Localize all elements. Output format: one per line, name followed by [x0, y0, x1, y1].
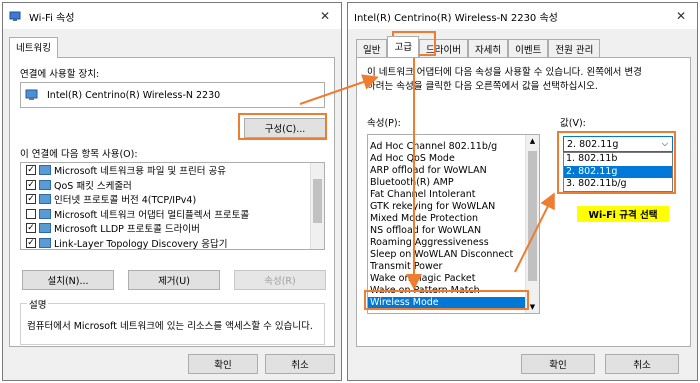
protocol-icon	[39, 194, 51, 205]
right-cancel-button[interactable]: 취소	[605, 354, 679, 374]
item-checkbox[interactable]	[26, 208, 36, 219]
wifi-adapter-icon	[9, 11, 21, 21]
tab-4[interactable]: 이벤트	[508, 39, 549, 57]
tab-3[interactable]: 자세히	[467, 39, 509, 57]
items-list[interactable]: ✓ Microsoft 네트워크용 파일 및 프린터 공유 ✓ QoS 패킷 스케줄러…	[20, 162, 325, 250]
value-option[interactable]: 3. 802.11b/g	[564, 178, 672, 191]
protocol-icon	[39, 237, 51, 248]
list-item[interactable]: ✓ 인터넷 프로토콜 버전 4(TCP/IPv4)	[21, 192, 324, 207]
adapter-properties-window: Intel(R) Centrino(R) Wireless-N 2230 속성 …	[347, 2, 698, 381]
tab-5[interactable]: 전원 관리	[548, 39, 601, 57]
value-label: 값(V):	[560, 118, 586, 129]
property-item[interactable]: Ad Hoc QoS Mode	[368, 153, 539, 165]
item-checkbox[interactable]: ✓	[26, 237, 36, 248]
configure-button[interactable]: 구성(C)...	[244, 118, 326, 138]
value-selected: 2. 802.11g	[567, 138, 619, 150]
item-label: Link-Layer Topology Discovery 응답기	[54, 238, 228, 250]
item-checkbox[interactable]: ✓	[26, 179, 36, 190]
property-item[interactable]: Fat Channel Intolerant	[368, 189, 539, 201]
item-label: Microsoft LLDP 프로토콜 드라이버	[54, 224, 200, 236]
description-text: 컴퓨터에서 Microsoft 네트워크에 있는 리소스를 액세스할 수 있습니…	[27, 321, 313, 332]
tab-1[interactable]: 고급	[387, 36, 419, 57]
protocol-icon	[39, 208, 51, 219]
close-icon[interactable]: ✕	[317, 8, 333, 24]
advanced-panel: 이 네트워크 어댑터에 다음 속성을 사용할 수 있습니다. 왼쪽에서 변경 하…	[356, 57, 691, 347]
tab-0[interactable]: 일반	[356, 39, 388, 57]
value-option[interactable]: 1. 802.11b	[564, 153, 672, 166]
property-item[interactable]: Roaming Aggressiveness	[368, 237, 539, 249]
item-label: 인터넷 프로토콜 버전 4(TCP/IPv4)	[54, 195, 197, 207]
property-item[interactable]: Ad Hoc Channel 802.11b/g	[368, 141, 539, 153]
networking-panel: 연결에 사용할 장치: Intel(R) Centrino(R) Wireles…	[9, 57, 335, 347]
window-title: Intel(R) Centrino(R) Wireless-N 2230 속성	[354, 12, 558, 24]
tab-strip: 일반 고급 드라이버 자세히 이벤트 전원 관리	[356, 36, 601, 57]
items-scrollbar[interactable]	[310, 163, 324, 249]
wifi-properties-window: Wi-Fi 속성 ✕ 네트워킹 연결에 사용할 장치: Intel(R) Cen…	[2, 2, 342, 381]
description-group: 설명 컴퓨터에서 Microsoft 네트워크에 있는 리소스를 액세스할 수 …	[20, 297, 325, 345]
chevron-down-icon: ⌵	[661, 139, 668, 148]
property-item[interactable]: Transmit Power	[368, 261, 539, 273]
property-item[interactable]: NS offload for WoWLAN	[368, 225, 539, 237]
property-item[interactable]: Wake on Pattern Match	[368, 285, 539, 297]
tab-networking[interactable]: 네트워킹	[9, 37, 58, 58]
property-item[interactable]: Bluetooth(R) AMP	[368, 177, 539, 189]
left-cancel-button[interactable]: 취소	[265, 354, 335, 374]
list-item[interactable]: Microsoft 네트워크 어댑터 멀티플렉서 프로토콜	[21, 207, 324, 222]
property-list[interactable]: Ad Hoc Channel 802.11b/g Ad Hoc QoS Mode A…	[367, 134, 540, 314]
property-item[interactable]: Mixed Mode Protection	[368, 213, 539, 225]
list-item[interactable]: ✓ QoS 패킷 스케줄러	[21, 178, 324, 193]
property-scrollbar[interactable]: ▲ ▼	[525, 135, 539, 313]
adapter-name: Intel(R) Centrino(R) Wireless-N 2230	[47, 89, 221, 101]
qos-icon	[39, 179, 51, 190]
adapter-field: Intel(R) Centrino(R) Wireless-N 2230	[20, 82, 325, 108]
value-options-list[interactable]: 1. 802.11b 2. 802.11g 3. 802.11b/g	[563, 152, 673, 192]
title-bar: Intel(R) Centrino(R) Wireless-N 2230 속성 …	[348, 3, 697, 29]
item-label: Microsoft 네트워크용 파일 및 프린터 공유	[54, 166, 226, 178]
description-title: 설명	[27, 297, 49, 311]
intro-text-line1: 이 네트워크 어댑터에 다음 속성을 사용할 수 있습니다. 왼쪽에서 변경	[367, 67, 642, 78]
property-item[interactable]: Sleep on WoWLAN Disconnect	[368, 249, 539, 261]
window-title: Wi-Fi 속성	[29, 12, 75, 24]
property-item[interactable]: Wireless Mode	[368, 297, 539, 309]
uninstall-button[interactable]: 제거(U)	[128, 270, 220, 290]
properties-button[interactable]: 속성(R)	[234, 270, 326, 290]
property-item[interactable]: Wake on Magic Packet	[368, 273, 539, 285]
connect-using-label: 연결에 사용할 장치:	[20, 69, 100, 80]
right-ok-button[interactable]: 확인	[521, 354, 595, 374]
title-bar: Wi-Fi 속성 ✕	[3, 3, 341, 29]
intro-text-line2: 하려는 속성을 클릭한 다음 오른쪽에서 값을 선택하십시오.	[367, 81, 598, 92]
value-option[interactable]: 2. 802.11g	[564, 165, 672, 178]
property-item[interactable]: GTK rekeying for WoWLAN	[368, 201, 539, 213]
property-label: 속성(P):	[367, 118, 401, 129]
protocol-icon	[39, 223, 51, 234]
item-checkbox[interactable]: ✓	[26, 223, 36, 234]
left-ok-button[interactable]: 확인	[188, 354, 258, 374]
list-item[interactable]: ✓ Microsoft 네트워크용 파일 및 프린터 공유	[21, 163, 324, 178]
items-label: 이 연결에 다음 항목 사용(O):	[20, 149, 138, 160]
annotation-label: Wi-Fi 규격 선택	[577, 206, 669, 222]
tab-2[interactable]: 드라이버	[418, 39, 468, 57]
item-checkbox[interactable]: ✓	[26, 194, 36, 205]
item-label: Microsoft 네트워크 어댑터 멀티플렉서 프로토콜	[54, 209, 250, 221]
install-button[interactable]: 설치(N)...	[22, 270, 114, 290]
value-dropdown[interactable]: 2. 802.11g ⌵	[563, 136, 673, 152]
list-item[interactable]: ✓ Microsoft LLDP 프로토콜 드라이버	[21, 221, 324, 236]
item-label: QoS 패킷 스케줄러	[54, 180, 132, 192]
tab-strip: 네트워킹	[9, 37, 58, 58]
network-adapter-icon	[25, 89, 38, 100]
list-item[interactable]: ✓ Link-Layer Topology Discovery 응답기	[21, 236, 324, 250]
close-icon[interactable]: ✕	[673, 8, 689, 24]
property-item[interactable]: ARP offload for WoWLAN	[368, 165, 539, 177]
network-client-icon	[39, 165, 51, 176]
item-checkbox[interactable]: ✓	[26, 165, 36, 176]
